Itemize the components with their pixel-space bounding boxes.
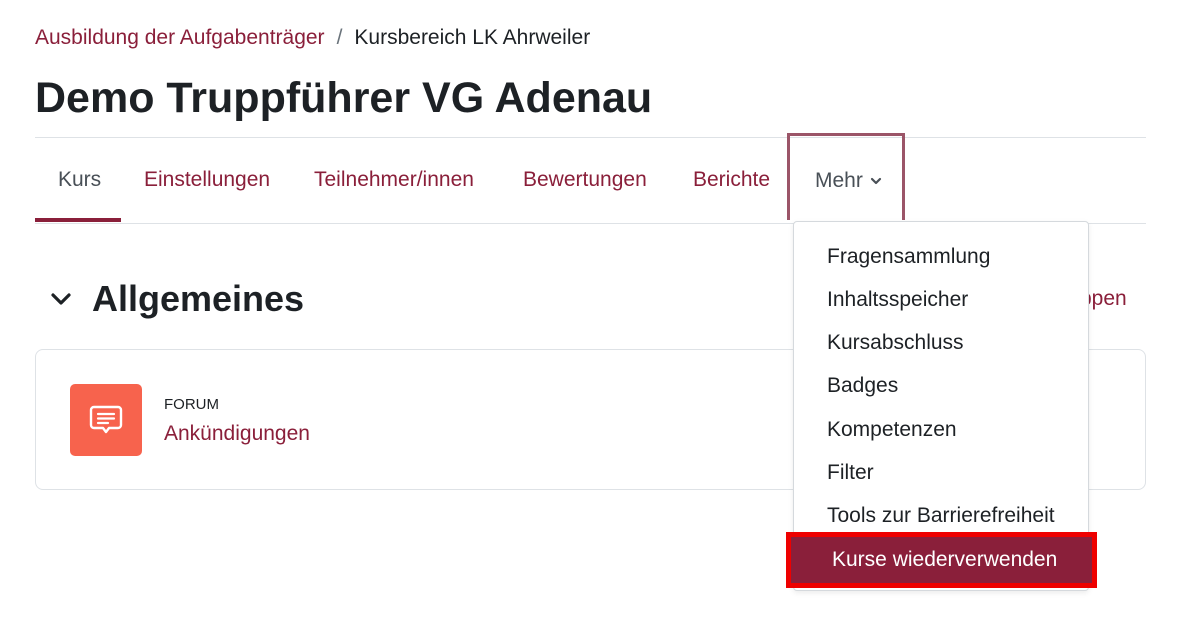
tab-mehr-label: Mehr bbox=[815, 169, 863, 192]
menu-item-barrierefreiheit[interactable]: Tools zur Barrierefreiheit bbox=[794, 496, 1088, 536]
menu-item-filter[interactable]: Filter bbox=[794, 453, 1088, 493]
menu-item-kursabschluss[interactable]: Kursabschluss bbox=[794, 323, 1088, 363]
mehr-dropdown-menu: Fragensammlung Inhaltsspeicher Kursabsch… bbox=[786, 221, 1097, 591]
menu-item-kompetenzen[interactable]: Kompetenzen bbox=[794, 410, 1088, 450]
menu-item-fragensammlung[interactable]: Fragensammlung bbox=[794, 237, 1088, 277]
page-title: Demo Truppführer VG Adenau bbox=[35, 74, 653, 122]
section-header: Allgemeines bbox=[48, 276, 304, 322]
breadcrumb-current: Kursbereich LK Ahrweiler bbox=[354, 26, 591, 49]
tab-einstellungen[interactable]: Einstellungen bbox=[144, 166, 270, 194]
breadcrumb: Ausbildung der Aufgabenträger / Kursbere… bbox=[35, 25, 590, 51]
tab-teilnehmer[interactable]: Teilnehmer/innen bbox=[314, 166, 474, 194]
active-tab-indicator bbox=[35, 218, 121, 222]
activity-type-label: FORUM bbox=[164, 396, 219, 413]
tab-kurs[interactable]: Kurs bbox=[58, 166, 101, 194]
tab-berichte[interactable]: Berichte bbox=[693, 166, 770, 194]
chevron-down-icon bbox=[870, 177, 881, 185]
tab-bewertungen[interactable]: Bewertungen bbox=[523, 166, 647, 194]
breadcrumb-separator: / bbox=[336, 26, 343, 49]
tab-mehr[interactable]: Mehr bbox=[787, 133, 905, 220]
header-divider bbox=[35, 137, 1146, 138]
chevron-down-icon[interactable] bbox=[48, 286, 74, 312]
menu-item-kurse-wiederverwenden[interactable]: Kurse wiederverwenden bbox=[786, 532, 1097, 588]
activity-link[interactable]: Ankündigungen bbox=[164, 420, 310, 448]
menu-item-inhaltsspeicher[interactable]: Inhaltsspeicher bbox=[794, 280, 1088, 320]
section-title: Allgemeines bbox=[92, 278, 305, 319]
forum-icon[interactable] bbox=[70, 384, 142, 456]
breadcrumb-link-parent[interactable]: Ausbildung der Aufgabenträger bbox=[35, 25, 325, 51]
menu-item-badges[interactable]: Badges bbox=[794, 366, 1088, 406]
